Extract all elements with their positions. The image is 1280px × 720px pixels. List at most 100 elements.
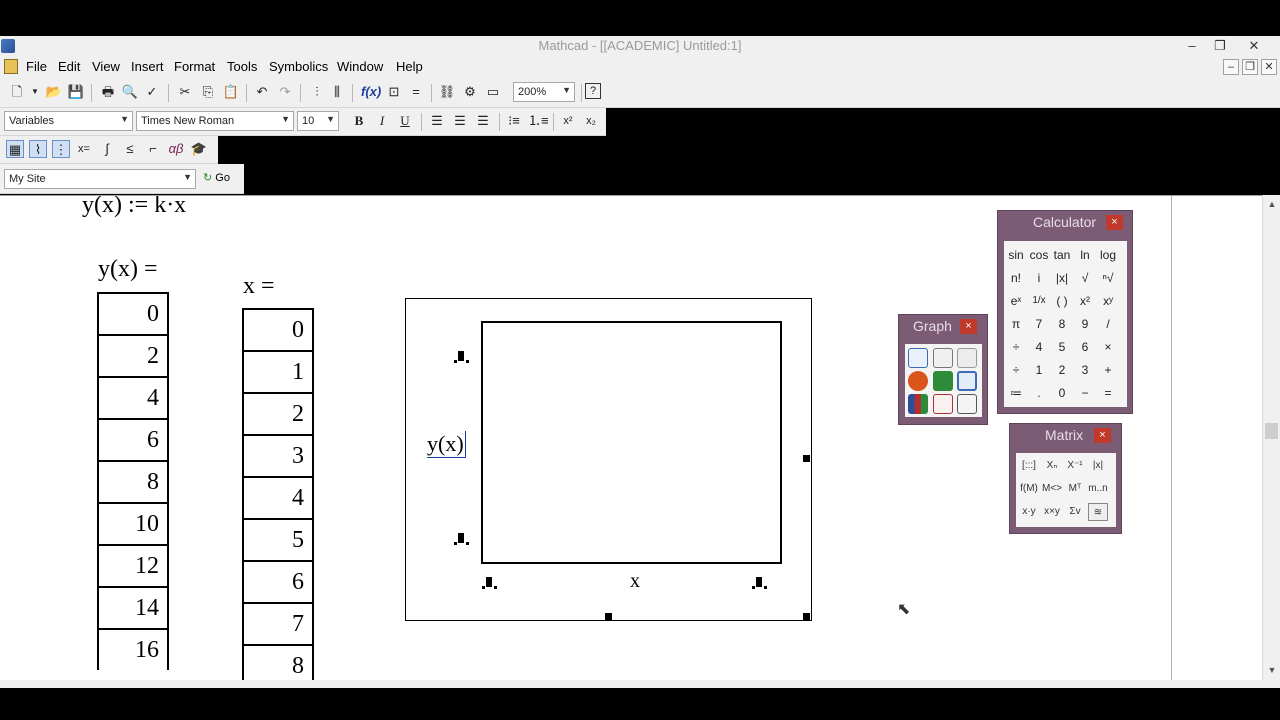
calc-9-button[interactable]: 9	[1074, 314, 1096, 334]
calculator-palette[interactable]: Calculator × sin cos tan ln log n! i |x|…	[997, 210, 1133, 414]
scroll-up-icon[interactable]: ▲	[1263, 199, 1280, 209]
calc-0-button[interactable]: 0	[1051, 383, 1073, 403]
x-max-placeholder[interactable]	[752, 577, 767, 589]
calc-6-button[interactable]: 6	[1074, 337, 1096, 357]
align-center-icon[interactable]: ☰	[451, 112, 469, 130]
calc-decimal-button[interactable]: .	[1028, 383, 1050, 403]
vector-field-plot-icon[interactable]	[957, 394, 977, 414]
calc-minus-button[interactable]: −	[1074, 383, 1096, 403]
matrix-toolbar-icon[interactable]: ⋮	[52, 140, 70, 158]
subscript-icon[interactable]: x₂	[582, 112, 600, 130]
add-trace-icon[interactable]	[957, 348, 977, 368]
doc-minimize-button[interactable]: –	[1223, 59, 1239, 75]
underline-button[interactable]: U	[396, 112, 414, 130]
menu-edit[interactable]: Edit	[58, 59, 80, 74]
matrix-subscript-icon[interactable]: Xₙ	[1042, 457, 1062, 475]
calculator-palette-close-button[interactable]: ×	[1106, 215, 1123, 230]
align-left-icon[interactable]: ☰	[428, 112, 446, 130]
help-icon[interactable]: ?	[585, 83, 601, 99]
calc-1-button[interactable]: 1	[1028, 360, 1050, 380]
calculus-icon[interactable]: ∫	[98, 140, 116, 158]
polar-graph-icon[interactable]	[908, 371, 928, 391]
paste-icon[interactable]: 📋	[222, 83, 240, 101]
vector-sum-icon[interactable]: Σv	[1065, 503, 1085, 521]
menu-window[interactable]: Window	[337, 59, 383, 74]
greek-icon[interactable]: αβ	[167, 140, 185, 158]
menu-help[interactable]: Help	[396, 59, 423, 74]
document-icon[interactable]	[4, 59, 18, 74]
calc-2-button[interactable]: 2	[1051, 360, 1073, 380]
zoom-select[interactable]: 200% ▼	[513, 82, 575, 102]
programming-icon[interactable]: ⌐	[144, 140, 162, 158]
resize-handle-right[interactable]	[803, 455, 810, 462]
print-preview-icon[interactable]: 🔍	[121, 83, 139, 101]
cut-icon[interactable]: ✂	[176, 83, 194, 101]
italic-button[interactable]: I	[373, 112, 391, 130]
matrix-inverse-icon[interactable]: X⁻¹	[1065, 457, 1085, 475]
style-select[interactable]: Variables ▼	[4, 111, 133, 131]
calc-abs-button[interactable]: |x|	[1051, 268, 1073, 288]
calc-divide-button[interactable]: /	[1097, 314, 1119, 334]
calc-parentheses-button[interactable]: ( )	[1051, 291, 1073, 311]
calc-plus-button[interactable]: +	[1097, 360, 1119, 380]
matrix-determinant-icon[interactable]: |x|	[1088, 457, 1108, 475]
scrollbar-thumb[interactable]	[1265, 423, 1278, 439]
resize-handle-corner[interactable]	[803, 613, 810, 620]
component-wizard-icon[interactable]: ⚙	[461, 83, 479, 101]
calc-cos-button[interactable]: cos	[1028, 245, 1050, 265]
graph-palette[interactable]: Graph ×	[898, 314, 988, 425]
xy-plot-region[interactable]: y(x) x	[405, 298, 812, 621]
matrix-transpose-icon[interactable]: Mᵀ	[1065, 480, 1085, 498]
calc-equals-button[interactable]: =	[1097, 383, 1119, 403]
superscript-icon[interactable]: x²	[559, 112, 577, 130]
open-icon[interactable]: 📂	[45, 83, 63, 101]
go-button[interactable]: ↻ Go	[203, 171, 230, 184]
spell-check-icon[interactable]: ✓	[143, 83, 161, 101]
calc-8-button[interactable]: 8	[1051, 314, 1073, 334]
resource-center-icon[interactable]: ▭	[484, 83, 502, 101]
print-icon[interactable]: 🖶	[99, 83, 117, 101]
site-select[interactable]: My Site ▼	[4, 169, 196, 189]
align-right-icon[interactable]: ☰	[474, 112, 492, 130]
matrix-palette[interactable]: Matrix × [:::] Xₙ X⁻¹ |x| f(M) M<> Mᵀ m.…	[1009, 423, 1122, 534]
menu-file[interactable]: File	[26, 59, 47, 74]
calc-multiply-button[interactable]: ×	[1097, 337, 1119, 357]
align-across-icon[interactable]: ⫶	[308, 83, 326, 101]
graph-palette-close-button[interactable]: ×	[960, 319, 977, 334]
x-min-placeholder[interactable]	[482, 577, 497, 589]
minimize-button[interactable]: –	[1178, 36, 1206, 56]
plot-area[interactable]	[481, 321, 782, 564]
picture-icon[interactable]: ≋	[1088, 503, 1108, 521]
cross-product-icon[interactable]: x×y	[1042, 503, 1062, 521]
calc-square-button[interactable]: x²	[1074, 291, 1096, 311]
matrix-palette-close-button[interactable]: ×	[1094, 428, 1111, 443]
x-evaluation-label[interactable]: x =	[243, 273, 275, 300]
calc-ln-button[interactable]: ln	[1074, 245, 1096, 265]
y-evaluation-label[interactable]: y(x) =	[98, 256, 158, 283]
doc-close-button[interactable]: ✕	[1261, 59, 1277, 75]
matrix-vectorize-icon[interactable]: f(M)	[1019, 480, 1039, 498]
y-values-table[interactable]: 0 2 4 6 8 10 12 14 16	[97, 292, 169, 670]
font-select[interactable]: Times New Roman ▼	[136, 111, 294, 131]
vertical-scrollbar[interactable]: ▲ ▼	[1262, 195, 1280, 680]
calc-pi-button[interactable]: π	[1005, 314, 1027, 334]
evaluation-icon[interactable]: x=	[75, 140, 93, 158]
x-axis-expression[interactable]: x	[630, 570, 640, 593]
calc-divide-alt-button[interactable]: ÷	[1005, 360, 1027, 380]
polar-plot-icon[interactable]	[933, 348, 953, 368]
contour-plot-icon[interactable]	[957, 371, 977, 391]
x-values-table[interactable]: 0 1 2 3 4 5 6 7 8	[242, 308, 314, 680]
calculator-icon[interactable]: ▦	[6, 140, 24, 158]
redo-icon[interactable]: ↷	[276, 83, 294, 101]
calc-nth-root-button[interactable]: ⁿ√	[1097, 268, 1119, 288]
calc-5-button[interactable]: 5	[1051, 337, 1073, 357]
xy-plot-icon[interactable]	[908, 348, 928, 368]
horizontal-scrollbar[interactable]	[0, 680, 1280, 688]
calc-factorial-button[interactable]: n!	[1005, 268, 1027, 288]
doc-restore-button[interactable]: ❐	[1242, 59, 1258, 75]
calc-imaginary-button[interactable]: i	[1028, 268, 1050, 288]
dot-product-icon[interactable]: x·y	[1019, 503, 1039, 521]
undo-icon[interactable]: ↶	[253, 83, 271, 101]
calc-power-button[interactable]: xʸ	[1097, 291, 1119, 311]
calc-define-button[interactable]: ≔	[1005, 383, 1027, 403]
